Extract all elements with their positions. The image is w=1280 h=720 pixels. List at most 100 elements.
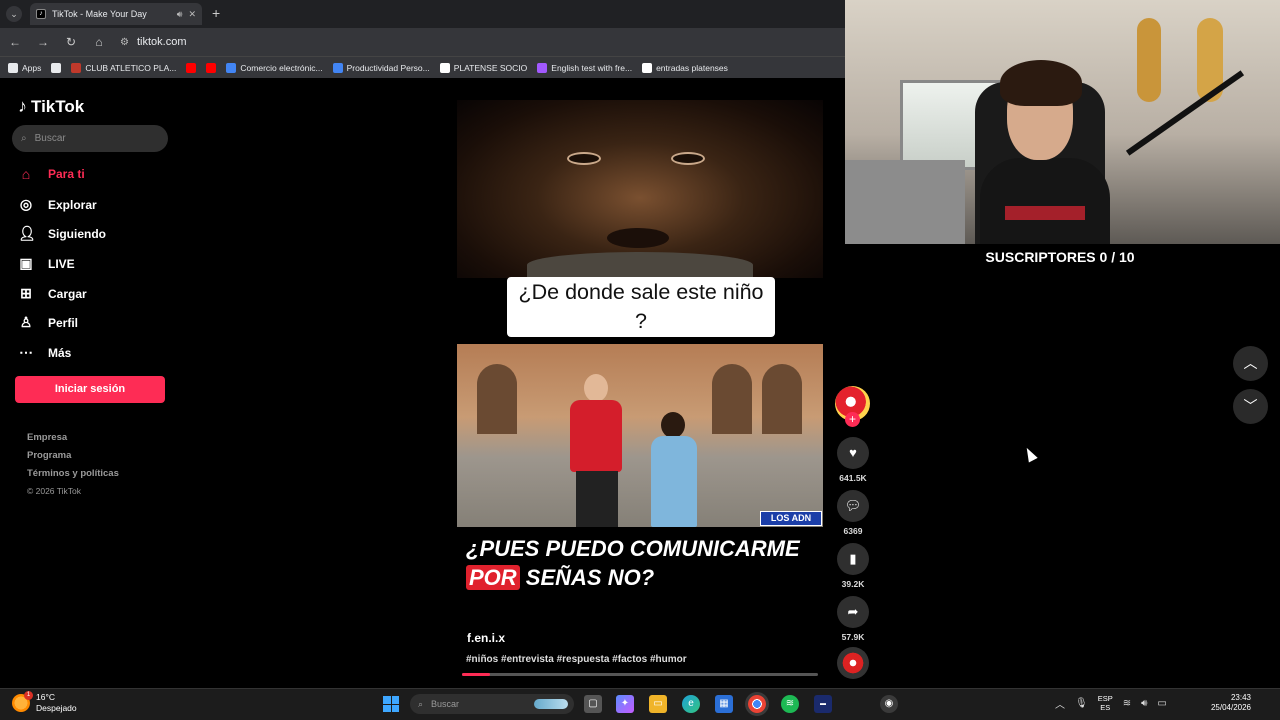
progress-fill: [462, 673, 491, 676]
comment-action[interactable]: 💬︎ 6369: [835, 490, 871, 536]
video-progress-bar[interactable]: [462, 673, 818, 676]
bookmark-item[interactable]: Comercio electrónic...: [226, 62, 323, 73]
store-icon[interactable]: ▦: [715, 695, 733, 713]
obs-icon[interactable]: ◉: [880, 695, 898, 713]
sidebar-item-label: Perfil: [48, 315, 79, 330]
following-icon: 👤︎: [18, 225, 36, 241]
video-hashtags[interactable]: #niños #entrevista #respuesta #factos #h…: [466, 654, 687, 665]
chrome-icon[interactable]: [748, 695, 766, 713]
bookmark-favicon-icon: [186, 62, 197, 73]
sidebar-item-upload[interactable]: ⊞ Cargar: [18, 285, 87, 302]
temperature: 16°C: [36, 692, 55, 702]
bookmarks-bar: Apps CLUB ATLETICO PLA... Comercio electró…: [0, 56, 845, 78]
taskbar-search[interactable]: ⌕ Buscar: [410, 694, 574, 714]
tiktok-logo[interactable]: ♪ TikTok: [18, 96, 84, 117]
site-settings-icon[interactable]: ⚙: [120, 37, 129, 48]
footer-link-terms[interactable]: Términos y políticas: [27, 468, 119, 479]
bookmark-item[interactable]: entradas platenses: [642, 62, 728, 73]
video-subtitle-caption: ¿PUES PUEDO COMUNICARME POR SEÑAS NO?: [466, 534, 821, 592]
share-action[interactable]: ➦ 57.9K: [835, 596, 871, 642]
video-question-caption: ¿De donde sale este niño ?: [507, 277, 775, 337]
volume-icon[interactable]: 🔊︎: [1141, 698, 1147, 709]
weather-condition: Despejado: [36, 703, 77, 713]
footer-link-program[interactable]: Programa: [27, 450, 71, 461]
bookmark-favicon-icon: [537, 62, 548, 73]
bookmark-item[interactable]: English test with fre...: [537, 62, 632, 73]
spotify-icon[interactable]: ≋: [781, 695, 799, 713]
heart-icon[interactable]: ♥: [837, 437, 869, 469]
weather-widget[interactable]: 1 16°C Despejado: [12, 691, 77, 714]
taskbar-search-placeholder: Buscar: [431, 699, 460, 709]
bookmark-item[interactable]: Apps: [8, 62, 41, 73]
home-icon: ⌂: [21, 166, 31, 182]
footer-link-company[interactable]: Empresa: [27, 432, 67, 443]
live-icon: ▣: [19, 255, 33, 271]
bookmark-label: CLUB ATLETICO PLA...: [85, 62, 177, 73]
sidebar-item-label: Explorar: [48, 197, 97, 212]
new-tab-button[interactable]: +: [212, 5, 220, 21]
windows-start-icon[interactable]: [383, 696, 399, 712]
video-author[interactable]: f.en.i.x: [467, 631, 505, 645]
tab-search-button[interactable]: ⌄: [6, 6, 22, 22]
bookmark-label: Productividad Perso...: [346, 62, 430, 73]
sidebar-item-compass[interactable]: ◎ Explorar: [18, 196, 97, 213]
sidebar-item-more[interactable]: ⋯ Más: [18, 344, 71, 361]
browser-tab[interactable]: ♪ TikTok - Make Your Day 🔊︎ ✕: [30, 3, 202, 25]
next-video-button[interactable]: ﹀: [1233, 389, 1268, 424]
comment-icon[interactable]: 💬︎: [837, 490, 869, 522]
sidebar-item-home[interactable]: ⌂ Para ti: [18, 166, 85, 182]
login-button[interactable]: Iniciar sesión: [15, 376, 165, 403]
wifi-icon[interactable]: ≋: [1123, 698, 1131, 709]
search-input[interactable]: ⌕ Buscar: [12, 125, 168, 152]
bookmark-item[interactable]: Productividad Perso...: [332, 62, 430, 73]
address-bar-row: ← → ↻ ⌂ ⚙ tiktok.com: [0, 28, 845, 56]
microphone-icon[interactable]: 🎙︎: [1075, 698, 1088, 709]
bookmark-favicon-icon: [71, 62, 82, 73]
bookmark-item[interactable]: PLATENSE SOCIO: [439, 62, 527, 73]
battery-icon[interactable]: ▭: [1157, 698, 1166, 709]
sidebar-item-label: LIVE: [48, 256, 75, 271]
bookmark-favicon-icon: [439, 62, 450, 73]
subscriber-goal: SUSCRIPTORES 0 / 10: [985, 249, 1135, 265]
mouse-cursor-icon: [1022, 445, 1038, 463]
share-icon[interactable]: ➦: [837, 596, 869, 628]
sidebar-item-profile[interactable]: ♙ Perfil: [18, 314, 78, 331]
clock-date: 25/04/2026: [1210, 703, 1251, 712]
file-explorer-icon[interactable]: ▭: [649, 695, 667, 713]
bookmark-favicon-icon: [642, 62, 653, 73]
copilot-icon[interactable]: ✦: [616, 695, 634, 713]
save-count: 39.2K: [841, 579, 865, 589]
tiktok-note-icon: ♪: [18, 96, 27, 116]
sidebar-item-live[interactable]: ▣ LIVE: [18, 255, 75, 272]
previous-video-button[interactable]: ︿: [1233, 346, 1268, 381]
channel-badge: LOS ADN: [760, 511, 822, 526]
task-view-icon[interactable]: ▢: [584, 695, 602, 713]
child-figure: [645, 412, 703, 527]
music-disc-icon[interactable]: [837, 647, 869, 679]
save-action[interactable]: ▮ 39.2K: [835, 543, 871, 589]
speaker-icon[interactable]: 🔊︎: [177, 9, 183, 20]
home-icon[interactable]: ⌂: [92, 35, 106, 49]
sidebar-item-label: Cargar: [48, 286, 87, 301]
follow-plus-icon[interactable]: +: [845, 412, 860, 427]
bookmark-item[interactable]: CLUB ATLETICO PLA...: [71, 62, 177, 73]
chevron-up-icon[interactable]: ︿: [1055, 696, 1065, 711]
like-action[interactable]: ♥ 641.5K: [835, 437, 871, 483]
close-tab-icon[interactable]: ✕: [188, 9, 196, 20]
back-icon[interactable]: ←: [8, 35, 22, 49]
bookmark-item[interactable]: [186, 62, 197, 73]
language-indicator[interactable]: ESP ES: [1098, 694, 1113, 712]
taskbar-clock[interactable]: 23:43 25/04/2026: [1195, 693, 1251, 713]
bookmark-item[interactable]: [206, 62, 217, 73]
sidebar-item-following[interactable]: 👤︎ Siguiendo: [18, 225, 106, 242]
edge-icon[interactable]: e: [682, 695, 700, 713]
url-field[interactable]: ⚙ tiktok.com: [120, 31, 186, 53]
tiktok-favicon-icon: ♪: [36, 9, 46, 19]
weather-sun-icon: 1: [12, 691, 33, 712]
forward-icon[interactable]: →: [36, 35, 50, 49]
caption-highlight: POR: [466, 565, 520, 590]
reload-icon[interactable]: ↻: [64, 35, 78, 49]
bookmark-icon[interactable]: ▮: [837, 543, 869, 575]
bookmark-item[interactable]: [51, 62, 62, 73]
app-icon-blue[interactable]: ▬: [814, 695, 832, 713]
